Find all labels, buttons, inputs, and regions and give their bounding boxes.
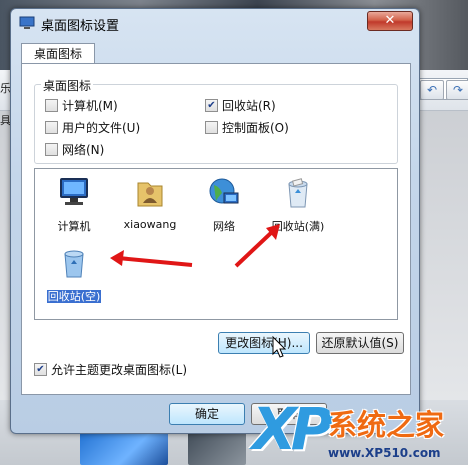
icon-item-computer[interactable]: 计算机 (39, 175, 109, 234)
network-globe-icon (209, 178, 239, 204)
red-arrow-up-right-icon (234, 224, 280, 268)
checkbox-box[interactable] (45, 99, 58, 112)
checkbox-recycle-bin[interactable]: ✔ 回收站(R) (205, 97, 276, 114)
checkbox-label: 用户的文件(U) (62, 121, 141, 135)
monitor-icon (19, 16, 35, 29)
group-label: 桌面图标 (41, 77, 94, 94)
icon-label: 回收站(空) (39, 288, 109, 304)
checkbox-box[interactable] (205, 121, 218, 134)
forward-icon: ↷ (446, 80, 468, 100)
checkbox-box[interactable] (45, 143, 58, 156)
icon-item-user-files[interactable]: xiaowang (115, 175, 185, 231)
close-button[interactable]: ✕ (367, 11, 413, 31)
checkbox-control-panel[interactable]: 控制面板(O) (205, 119, 289, 136)
selected-icon-label: 回收站(空) (46, 290, 102, 303)
icon-item-recycle-bin-empty[interactable]: 回收站(空) (39, 245, 109, 304)
recycle-bin-empty-icon (64, 250, 84, 278)
mouse-cursor-icon (272, 336, 287, 358)
checkbox-computer[interactable]: 计算机(M) (45, 97, 118, 114)
checkbox-label: 控制面板(O) (222, 121, 289, 135)
titlebar[interactable]: 桌面图标设置 ✕ (11, 9, 419, 37)
checkbox-network[interactable]: 网络(N) (45, 141, 104, 158)
checkbox-box[interactable] (45, 121, 58, 134)
desktop-icon-settings-dialog: 桌面图标设置 ✕ 桌面图标 桌面图标 计算机(M) ✔ 回收站(R) 用户的文件… (10, 8, 420, 434)
logo-brand-text: 系统之家 (328, 408, 445, 442)
computer-icon (60, 178, 88, 205)
checkbox-label: 网络(N) (62, 143, 105, 157)
ok-button[interactable]: 确定 (169, 403, 245, 425)
desktop-icons-group: 桌面图标 计算机(M) ✔ 回收站(R) 用户的文件(U) 控制面板(O) 网络… (34, 77, 398, 164)
checkbox-box[interactable]: ✔ (205, 99, 218, 112)
xp-logo-mark: XP (252, 395, 333, 463)
user-folder-icon (137, 182, 163, 207)
icon-label: 计算机 (57, 220, 91, 233)
recycle-bin-full-icon (288, 178, 308, 208)
logo-url-text: www.XP510.com (328, 446, 441, 460)
tab-desktop-icons[interactable]: 桌面图标 (21, 43, 95, 65)
change-icon-button[interactable]: 更改图标(H)... (218, 332, 310, 354)
restore-default-button[interactable]: 还原默认值(S) (316, 332, 404, 354)
back-icon: ↶ (420, 80, 444, 100)
xp510-logo: XP 系统之家 www.XP510.com (252, 396, 468, 465)
checkbox-box[interactable]: ✔ (34, 363, 47, 376)
allow-theme-change-checkbox[interactable]: ✔ 允许主题更改桌面图标(L) (34, 361, 187, 378)
checkbox-label: 计算机(M) (62, 99, 118, 113)
checkbox-user-files[interactable]: 用户的文件(U) (45, 119, 140, 136)
checkbox-label: 回收站(R) (222, 99, 276, 113)
dialog-title: 桌面图标设置 (41, 19, 120, 34)
checkbox-label: 允许主题更改桌面图标(L) (51, 363, 188, 377)
